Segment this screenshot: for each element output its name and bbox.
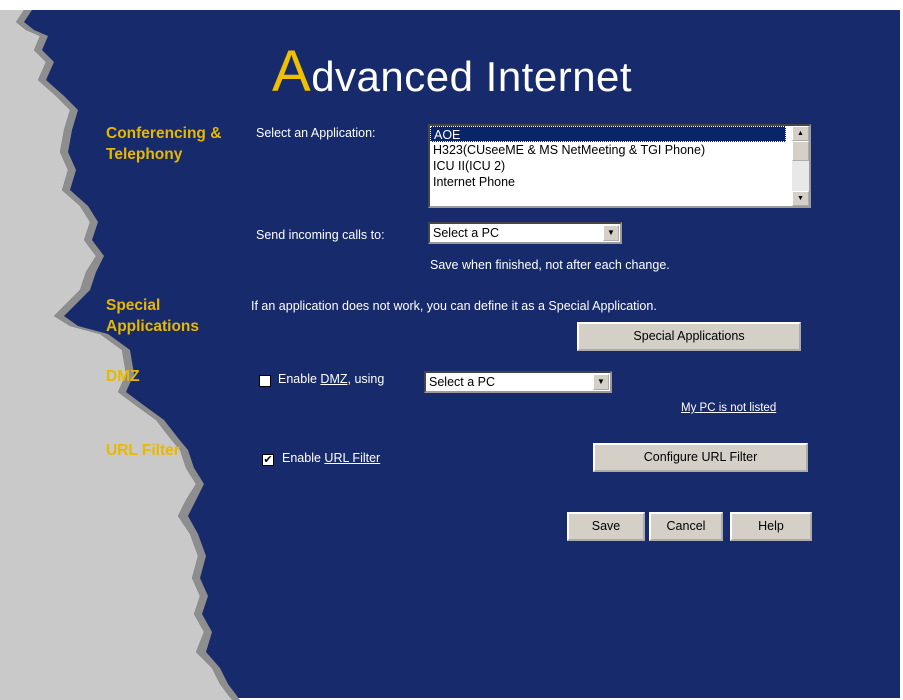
dmz-pc-select[interactable]: Select a PC ▼ — [424, 371, 612, 393]
section-dmz: DMZ — [106, 368, 140, 385]
dmz-enable-label: Enable DMZ, using — [278, 372, 384, 386]
url-filter-link[interactable]: URL Filter — [324, 451, 380, 465]
scrollbar-thumb[interactable] — [792, 141, 809, 161]
chevron-down-icon[interactable]: ▼ — [603, 225, 619, 241]
dmz-using-suffix: , using — [347, 372, 385, 386]
url-filter-checkbox[interactable]: ✔ — [262, 454, 274, 466]
page-title: Advanced Internet — [272, 38, 632, 105]
special-applications-description: If an application does not work, you can… — [251, 299, 657, 313]
application-option[interactable]: Internet Phone — [430, 174, 789, 190]
send-calls-label: Send incoming calls to: — [256, 228, 385, 242]
url-filter-enable-label: Enable URL Filter — [282, 451, 380, 465]
my-pc-not-listed-link[interactable]: My PC is not listed — [681, 402, 776, 414]
help-button[interactable]: Help — [730, 512, 812, 541]
advanced-internet-page: Advanced Internet Conferencing & Telepho… — [0, 0, 903, 700]
application-option[interactable]: ICU II(ICU 2) — [430, 158, 789, 174]
application-listbox[interactable]: AOE H323(CUseeME & MS NetMeeting & TGI P… — [428, 124, 811, 208]
application-option[interactable]: H323(CUseeME & MS NetMeeting & TGI Phone… — [430, 142, 789, 158]
save-note: Save when finished, not after each chang… — [430, 258, 670, 272]
scroll-up-arrow-icon[interactable]: ▲ — [792, 126, 809, 141]
dmz-link[interactable]: DMZ — [320, 372, 347, 386]
special-applications-button[interactable]: Special Applications — [577, 322, 801, 351]
dmz-enable-prefix: Enable — [278, 372, 317, 386]
save-button[interactable]: Save — [567, 512, 645, 541]
section-url-filter: URL Filter — [106, 442, 180, 459]
select-application-label: Select an Application: — [256, 126, 376, 140]
page-title-rest: dvanced Internet — [311, 53, 633, 100]
send-calls-select[interactable]: Select a PC ▼ — [428, 222, 622, 244]
section-special-applications: Special Applications — [106, 297, 200, 335]
send-calls-select-value: Select a PC — [433, 226, 500, 240]
dmz-pc-select-value: Select a PC — [429, 375, 496, 389]
section-conferencing-telephony: Conferencing & Telephony — [106, 125, 222, 163]
cancel-button[interactable]: Cancel — [649, 512, 723, 541]
chevron-down-icon[interactable]: ▼ — [593, 374, 609, 390]
configure-url-filter-button[interactable]: Configure URL Filter — [593, 443, 808, 472]
application-option[interactable]: AOE — [430, 126, 786, 142]
dmz-checkbox[interactable] — [259, 375, 271, 387]
scroll-down-arrow-icon[interactable]: ▼ — [792, 191, 809, 206]
checkmark-icon: ✔ — [263, 454, 273, 466]
application-listbox-scrollbar[interactable]: ▲ ▼ — [792, 126, 809, 206]
url-filter-enable-prefix: Enable — [282, 451, 321, 465]
page-title-initial: A — [272, 39, 312, 104]
